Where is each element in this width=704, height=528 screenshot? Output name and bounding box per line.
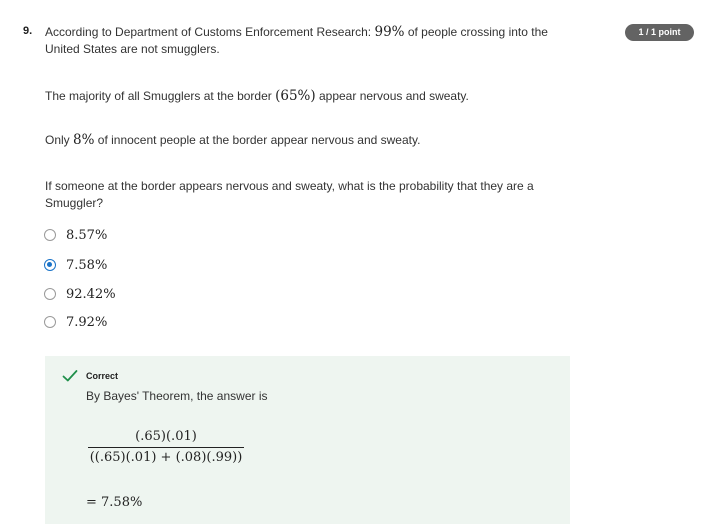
radio-button[interactable] bbox=[44, 288, 56, 300]
p2-post: appear nervous and sweaty. bbox=[315, 89, 469, 103]
checkmark-icon bbox=[62, 370, 78, 382]
fraction-denominator: ((.65)(.01) + (.08)(.99)) bbox=[89, 450, 243, 465]
option-label: 7.92% bbox=[66, 314, 108, 330]
answer-option-3[interactable]: 92.42% bbox=[44, 285, 116, 303]
radio-button[interactable] bbox=[44, 229, 56, 241]
p3-post: of innocent people at the border appear … bbox=[94, 133, 421, 147]
question-line2: United States are not smugglers. bbox=[45, 42, 220, 56]
percent-99: 99% bbox=[374, 24, 405, 40]
question-number: 9. bbox=[23, 25, 33, 37]
p2-pre: The majority of all Smugglers at the bor… bbox=[45, 89, 276, 103]
fraction-numerator: (.65)(.01) bbox=[135, 429, 197, 444]
answer-option-4[interactable]: 7.92% bbox=[44, 313, 107, 331]
p3-pre: Only bbox=[45, 133, 74, 147]
radio-button[interactable] bbox=[44, 316, 56, 328]
option-label: 8.57% bbox=[66, 227, 108, 243]
answer-option-2[interactable]: 7.58% bbox=[44, 256, 107, 274]
percent-65: (65%) bbox=[275, 88, 316, 104]
question-text-3: Only 8% of innocent people at the border… bbox=[45, 132, 420, 149]
option-label: 92.42% bbox=[66, 286, 116, 302]
points-badge: 1 / 1 point bbox=[625, 24, 694, 41]
question-text-2: The majority of all Smugglers at the bor… bbox=[45, 88, 469, 105]
question-line1-post: of people crossing into the bbox=[404, 25, 548, 39]
question-text-4: If someone at the border appears nervous… bbox=[45, 178, 534, 212]
p4-line2: Smuggler? bbox=[45, 196, 104, 210]
feedback-explanation: By Bayes' Theorem, the answer is bbox=[86, 389, 268, 403]
p4-line1: If someone at the border appears nervous… bbox=[45, 179, 534, 193]
feedback-result: = 7.58% bbox=[86, 495, 143, 510]
answer-option-1[interactable]: 8.57% bbox=[44, 226, 107, 244]
radio-button-selected[interactable] bbox=[44, 259, 56, 271]
question-line1-pre: According to Department of Customs Enfor… bbox=[45, 25, 375, 39]
bayes-fraction: (.65)(.01) ((.65)(.01) + (.08)(.99)) bbox=[88, 429, 244, 465]
question-text-1: According to Department of Customs Enfor… bbox=[45, 24, 548, 58]
percent-8: 8% bbox=[73, 132, 95, 148]
feedback-status: Correct bbox=[86, 371, 119, 381]
option-label: 7.58% bbox=[66, 257, 108, 273]
feedback-panel: Correct By Bayes' Theorem, the answer is… bbox=[45, 356, 570, 524]
fraction-bar bbox=[88, 447, 244, 448]
